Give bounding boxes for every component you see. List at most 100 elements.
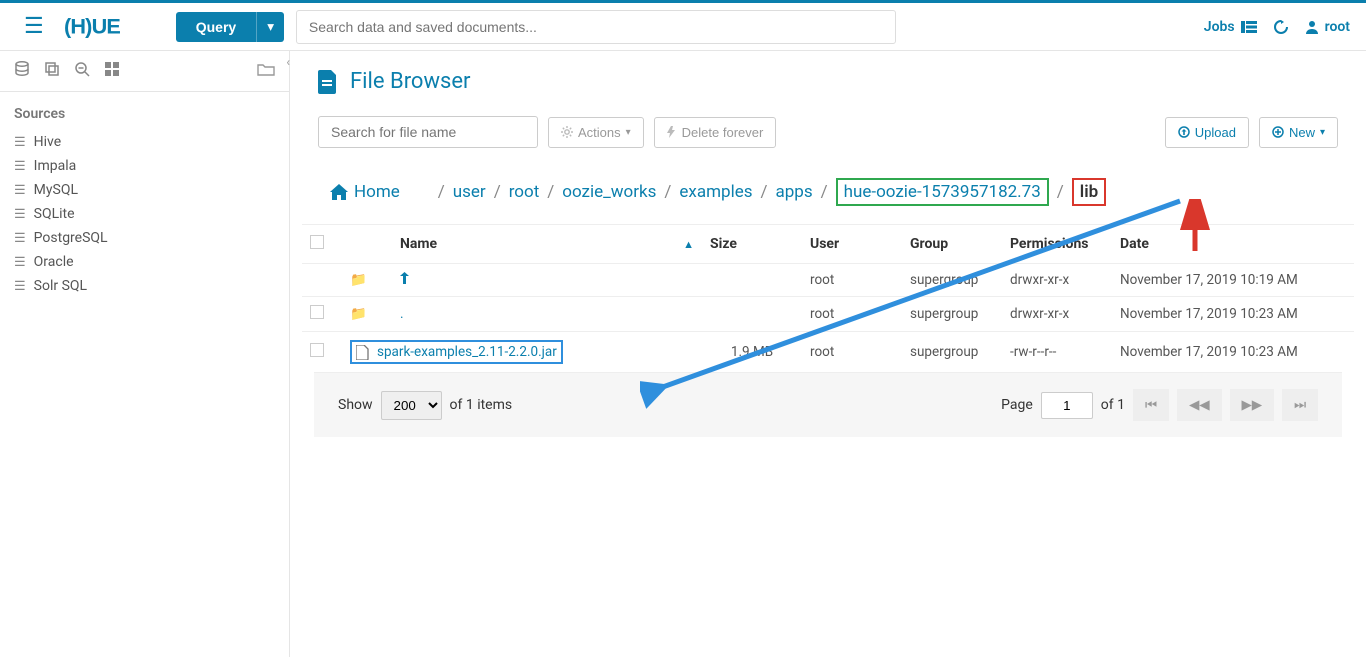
sources-heading: Sources: [0, 92, 289, 130]
breadcrumb-sep: /: [1057, 182, 1064, 202]
cell-group: supergroup: [902, 332, 1002, 373]
upload-icon: [1178, 126, 1190, 138]
query-button-group: Query ▾: [176, 12, 284, 42]
cell-user: root: [802, 297, 902, 332]
cell-size: 1.9 MB: [702, 332, 802, 373]
breadcrumb-home-label: Home: [354, 182, 400, 202]
query-button[interactable]: Query: [176, 12, 256, 42]
select-all-checkbox[interactable]: [310, 235, 324, 249]
sidebar-item-sqlite[interactable]: ☰SQLite: [0, 202, 289, 226]
breadcrumb-sep: /: [761, 182, 768, 202]
actions-button[interactable]: Actions ▾: [548, 117, 644, 148]
breadcrumb-sep: /: [494, 182, 501, 202]
breadcrumb-part-examples[interactable]: examples: [679, 182, 752, 202]
sort-asc-icon[interactable]: ▲: [683, 238, 694, 251]
actions-label: Actions: [578, 125, 621, 140]
row-checkbox[interactable]: [310, 305, 324, 319]
table-row[interactable]: spark-examples_2.11-2.2.0.jar 1.9 MB roo…: [302, 332, 1354, 373]
breadcrumb-sep: /: [438, 182, 445, 202]
col-size[interactable]: Size: [702, 225, 802, 264]
upload-button[interactable]: Upload: [1165, 117, 1249, 148]
sidebar-item-label: Oracle: [34, 254, 74, 270]
cell-user: root: [802, 264, 902, 297]
jobs-label: Jobs: [1204, 19, 1235, 35]
show-label: Show: [338, 397, 373, 413]
breadcrumb-part-oozie-works[interactable]: oozie_works: [562, 182, 656, 202]
folder-icon: 📁: [350, 306, 367, 322]
hue-logo[interactable]: (H)UE: [64, 13, 164, 41]
db-icon: ☰: [14, 231, 26, 246]
table-row[interactable]: 📁 root supergroup drwxr-xr-x November 17…: [302, 264, 1354, 297]
file-icon: [356, 345, 369, 360]
copy-icon[interactable]: [44, 61, 60, 81]
col-name[interactable]: Name: [400, 236, 437, 252]
sidebar-item-label: Hive: [34, 134, 62, 150]
breadcrumb-part-root[interactable]: root: [509, 182, 540, 202]
breadcrumb-part-highlighted[interactable]: hue-oozie-1573957182.73: [836, 178, 1049, 206]
zoom-out-icon[interactable]: [74, 61, 90, 81]
db-icon: ☰: [14, 279, 26, 294]
parent-dir-link[interactable]: [400, 272, 412, 288]
history-icon[interactable]: [1273, 19, 1289, 35]
jobs-link[interactable]: Jobs: [1204, 19, 1257, 35]
col-user[interactable]: User: [802, 225, 902, 264]
query-dropdown-caret[interactable]: ▾: [256, 12, 284, 42]
folder-refresh-icon[interactable]: [257, 61, 275, 81]
breadcrumb-part-user[interactable]: user: [453, 182, 486, 202]
svg-text:(H)UE: (H)UE: [64, 13, 120, 38]
breadcrumb-part-apps[interactable]: apps: [776, 182, 813, 202]
file-search-input[interactable]: [318, 116, 538, 148]
new-button[interactable]: New ▾: [1259, 117, 1338, 148]
breadcrumb-sep: /: [664, 182, 671, 202]
sidebar-item-hive[interactable]: ☰Hive: [0, 130, 289, 154]
page-size-select[interactable]: 200: [381, 391, 442, 420]
breadcrumb-home[interactable]: Home: [330, 182, 400, 202]
delete-forever-button[interactable]: Delete forever: [654, 117, 777, 148]
topbar: ☰ (H)UE Query ▾ Jobs root: [0, 3, 1366, 51]
sidebar-item-label: Solr SQL: [34, 278, 87, 294]
page-total-label: of 1: [1101, 397, 1125, 413]
annotation-red-arrow: [1180, 199, 1210, 255]
current-dir-link[interactable]: .: [400, 306, 404, 322]
user-link[interactable]: root: [1305, 19, 1350, 35]
sidebar-item-postgresql[interactable]: ☰ PostgreSQL: [0, 226, 289, 250]
delete-label: Delete forever: [682, 125, 764, 140]
sidebar-item-mysql[interactable]: ☰MySQL: [0, 178, 289, 202]
sidebar-item-label: MySQL: [34, 182, 78, 198]
breadcrumb-sep: /: [821, 182, 828, 202]
highlighted-file: spark-examples_2.11-2.2.0.jar: [350, 340, 563, 364]
col-group[interactable]: Group: [902, 225, 1002, 264]
caret-down-icon: ▾: [626, 127, 631, 138]
breadcrumb-current: lib: [1072, 178, 1106, 206]
table-row[interactable]: 📁 . root supergroup drwxr-xr-x November …: [302, 297, 1354, 332]
cell-group: supergroup: [902, 264, 1002, 297]
col-permissions[interactable]: Permissions: [1002, 225, 1112, 264]
first-page-button[interactable]: ⏮: [1133, 389, 1169, 421]
page-input[interactable]: [1041, 392, 1093, 419]
page-label: Page: [1001, 397, 1033, 413]
last-page-button[interactable]: ⏭: [1282, 389, 1318, 421]
cell-size: [702, 297, 802, 332]
sidebar-item-label: PostgreSQL: [34, 230, 108, 246]
sidebar-item-impala[interactable]: ☰Impala: [0, 154, 289, 178]
global-search-input[interactable]: [296, 10, 896, 44]
sidebar: ‹ Sources ☰Hive ☰Impala ☰MySQL ☰SQLite ☰…: [0, 51, 290, 657]
menu-icon[interactable]: ☰: [16, 10, 52, 43]
sidebar-item-label: Impala: [34, 158, 77, 174]
db-icon: ☰: [14, 207, 26, 222]
file-link[interactable]: spark-examples_2.11-2.2.0.jar: [377, 344, 557, 360]
sidebar-item-solrsql[interactable]: ☰ Solr SQL: [0, 274, 289, 298]
level-up-icon: [400, 272, 412, 284]
database-icon[interactable]: [14, 61, 30, 81]
row-checkbox[interactable]: [310, 343, 324, 357]
breadcrumb-sep: /: [547, 182, 554, 202]
page-title-text: File Browser: [350, 69, 470, 94]
cell-user: root: [802, 332, 902, 373]
cell-permissions: -rw-r--r--: [1002, 332, 1112, 373]
col-date[interactable]: Date: [1112, 225, 1354, 264]
grid-icon[interactable]: [104, 61, 120, 81]
sidebar-item-oracle[interactable]: ☰Oracle: [0, 250, 289, 274]
prev-page-button[interactable]: ◀◀: [1177, 389, 1222, 421]
sidebar-toolbar: ‹: [0, 51, 289, 92]
next-page-button[interactable]: ▶▶: [1230, 389, 1275, 421]
